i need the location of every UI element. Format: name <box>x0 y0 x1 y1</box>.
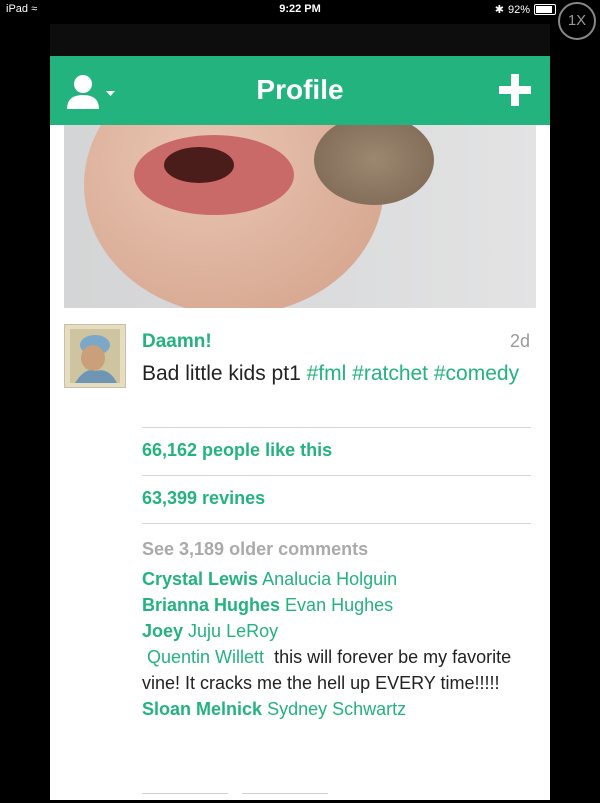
comment: Crystal Lewis Analucia Holguin <box>142 566 542 592</box>
page-title: Profile <box>256 74 344 105</box>
likes-count[interactable]: 66,162 people like this <box>142 440 332 461</box>
avatar[interactable] <box>64 324 126 388</box>
comment-text[interactable]: Juju LeRoy <box>188 621 278 641</box>
tab-indicator <box>142 793 228 802</box>
divider <box>142 475 531 476</box>
comment-user[interactable]: Crystal Lewis <box>142 569 258 589</box>
video-frame-mouth-inner <box>164 147 234 183</box>
comment: Quentin Willett this will forever be my … <box>142 644 542 696</box>
comment: Brianna Hughes Evan Hughes <box>142 592 542 618</box>
older-comments-link[interactable]: See 3,189 older comments <box>142 539 368 560</box>
plus-icon <box>499 74 531 106</box>
divider <box>142 427 531 428</box>
post-time: 2d <box>509 331 530 351</box>
comment: Joey Juju LeRoy <box>142 618 542 644</box>
divider <box>142 523 531 524</box>
comment-text[interactable]: Evan Hughes <box>285 595 393 615</box>
status-bar: iPad ≈ 9:22 PM ✱ 92% <box>0 0 600 18</box>
hashtag[interactable]: #ratchet <box>352 362 428 385</box>
battery-icon <box>534 4 556 15</box>
tab-indicator <box>242 793 328 802</box>
comment-user[interactable]: Joey <box>142 621 183 641</box>
zoom-badge[interactable]: 1X <box>558 2 596 40</box>
revines-count[interactable]: 63,399 revines <box>142 488 265 509</box>
hashtag[interactable]: #comedy <box>434 362 519 385</box>
comment-user[interactable]: Brianna Hughes <box>142 595 280 615</box>
comment-user[interactable]: Sloan Melnick <box>142 699 262 719</box>
status-right: ✱ 92% <box>495 3 556 16</box>
app-bar: Profile <box>50 56 550 125</box>
comment: Sloan Melnick Sydney Schwartz <box>142 696 542 722</box>
avatar-drawing <box>65 325 125 387</box>
comments-list: Crystal Lewis Analucia Holguin Brianna H… <box>142 566 542 722</box>
caption-text: Bad little kids pt1 <box>142 362 301 385</box>
hashtag[interactable]: #fml <box>307 362 347 385</box>
video-thumbnail[interactable] <box>64 125 536 308</box>
top-strip <box>50 24 550 56</box>
bluetooth-icon: ✱ <box>494 4 504 16</box>
comment-text[interactable]: Sydney Schwartz <box>267 699 406 719</box>
post-panel: Daamn! 2d Bad little kids pt1 #fml #ratc… <box>50 125 550 800</box>
post-author[interactable]: Daamn! <box>142 331 212 353</box>
bottom-tabs <box>142 793 442 803</box>
post-caption: Bad little kids pt1 #fml #ratchet #comed… <box>142 358 532 389</box>
battery-percent: 92% <box>507 3 530 16</box>
comment-text[interactable]: Analucia Holguin <box>262 569 397 589</box>
add-button[interactable] <box>498 73 532 107</box>
comment-mention[interactable]: Quentin Willett <box>147 647 264 667</box>
